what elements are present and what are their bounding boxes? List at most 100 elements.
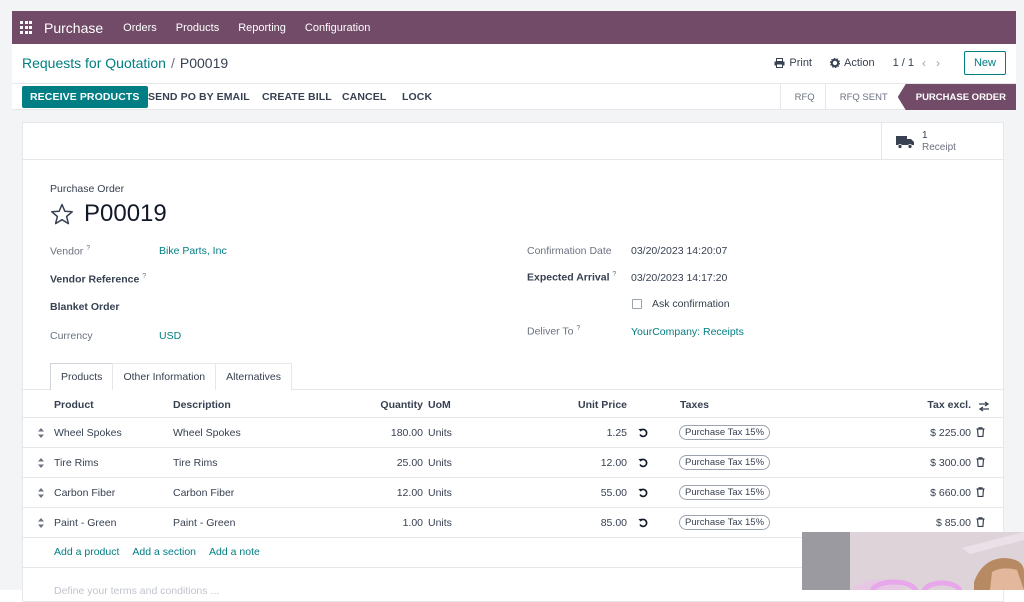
- column-uom[interactable]: UoM: [428, 399, 451, 411]
- revert-price-icon[interactable]: [638, 458, 648, 468]
- help-icon[interactable]: ?: [142, 273, 146, 280]
- print-icon: [774, 58, 785, 68]
- chevron-left-icon[interactable]: ‹: [922, 56, 926, 70]
- drag-handle-icon[interactable]: [38, 518, 44, 528]
- cell-uom[interactable]: Units: [428, 517, 452, 529]
- vendor-field[interactable]: Bike Parts, Inc: [159, 245, 227, 257]
- send-po-by-email-button[interactable]: SEND PO BY EMAIL: [148, 86, 250, 108]
- table-row[interactable]: Tire Rims Tire Rims 25.00 Units 12.00 Pu…: [23, 449, 1003, 478]
- cell-unit-price[interactable]: 85.00: [563, 517, 627, 529]
- optional-columns-icon[interactable]: [978, 401, 990, 412]
- cell-unit-price[interactable]: 55.00: [563, 487, 627, 499]
- cell-description[interactable]: Paint - Green: [173, 517, 235, 529]
- help-icon[interactable]: ?: [576, 325, 580, 332]
- stage-purchase-order[interactable]: PURCHASE ORDER: [897, 84, 1016, 110]
- ask-confirmation-checkbox[interactable]: [632, 299, 642, 309]
- print-button[interactable]: Print: [774, 57, 812, 69]
- revert-price-icon[interactable]: [638, 428, 648, 438]
- cell-uom[interactable]: Units: [428, 427, 452, 439]
- star-icon[interactable]: [50, 203, 74, 226]
- column-description[interactable]: Description: [173, 399, 231, 411]
- column-taxes[interactable]: Taxes: [680, 399, 709, 411]
- column-product[interactable]: Product: [54, 399, 94, 411]
- deliver-to-field[interactable]: YourCompany: Receipts: [631, 326, 744, 338]
- currency-field[interactable]: USD: [159, 330, 181, 342]
- tax-badge[interactable]: Purchase Tax 15%: [679, 425, 771, 440]
- cell-quantity[interactable]: 180.00: [363, 427, 423, 439]
- add-note-link[interactable]: Add a note: [209, 546, 260, 558]
- menu-reporting[interactable]: Reporting: [238, 22, 286, 34]
- column-tax-excl[interactable]: Tax excl.: [903, 399, 971, 411]
- cell-quantity[interactable]: 25.00: [363, 457, 423, 469]
- ask-confirmation-label: Ask confirmation: [652, 298, 730, 310]
- menu-configuration[interactable]: Configuration: [305, 22, 370, 34]
- tab-other-information[interactable]: Other Information: [112, 363, 217, 390]
- cell-description[interactable]: Tire Rims: [173, 457, 218, 469]
- help-icon[interactable]: ?: [612, 271, 616, 278]
- column-quantity[interactable]: Quantity: [363, 399, 423, 411]
- expected-arrival-field[interactable]: 03/20/2023 14:17:20: [631, 272, 727, 284]
- cell-quantity[interactable]: 1.00: [363, 517, 423, 529]
- add-section-link[interactable]: Add a section: [132, 546, 196, 558]
- trash-icon[interactable]: [976, 487, 985, 497]
- cell-quantity[interactable]: 12.00: [363, 487, 423, 499]
- table-row[interactable]: Wheel Spokes Wheel Spokes 180.00 Units 1…: [23, 419, 1003, 448]
- breadcrumb-parent[interactable]: Requests for Quotation: [22, 55, 166, 71]
- app-name[interactable]: Purchase: [44, 20, 103, 36]
- create-bill-button[interactable]: CREATE BILL: [262, 86, 332, 108]
- webcam-image: [802, 532, 1024, 590]
- lock-button[interactable]: LOCK: [402, 86, 432, 108]
- order-name: P00019: [84, 200, 167, 227]
- blanket-order-field[interactable]: [159, 301, 459, 315]
- new-button[interactable]: New: [963, 51, 1006, 75]
- help-icon[interactable]: ?: [86, 245, 90, 252]
- add-line-links: Add a product Add a section Add a note: [54, 546, 273, 558]
- table-row[interactable]: Carbon Fiber Carbon Fiber 12.00 Units 55…: [23, 479, 1003, 508]
- drag-handle-icon[interactable]: [38, 428, 44, 438]
- stage-rfq-sent[interactable]: RFQ SENT: [824, 84, 898, 110]
- trash-icon[interactable]: [976, 517, 985, 527]
- cell-product[interactable]: Wheel Spokes: [54, 427, 122, 439]
- pager-value[interactable]: 1 / 1: [893, 57, 914, 69]
- revert-price-icon[interactable]: [638, 488, 648, 498]
- receipt-smart-button[interactable]: 1 Receipt: [881, 123, 1003, 160]
- menu-orders[interactable]: Orders: [123, 22, 157, 34]
- cell-product[interactable]: Carbon Fiber: [54, 487, 115, 499]
- cell-description[interactable]: Wheel Spokes: [173, 427, 241, 439]
- revert-price-icon[interactable]: [638, 518, 648, 528]
- drag-handle-icon[interactable]: [38, 488, 44, 498]
- cell-product[interactable]: Paint - Green: [54, 517, 116, 529]
- tax-badge[interactable]: Purchase Tax 15%: [679, 485, 771, 500]
- menu-products[interactable]: Products: [176, 22, 219, 34]
- chevron-right-icon[interactable]: ›: [936, 56, 940, 70]
- tax-badge[interactable]: Purchase Tax 15%: [679, 455, 771, 470]
- cell-uom[interactable]: Units: [428, 487, 452, 499]
- cell-unit-price[interactable]: 1.25: [563, 427, 627, 439]
- trash-icon[interactable]: [976, 457, 985, 467]
- column-unit-price[interactable]: Unit Price: [563, 399, 627, 411]
- tab-products[interactable]: Products: [50, 363, 114, 390]
- action-button[interactable]: Action: [830, 57, 875, 69]
- drag-handle-icon[interactable]: [38, 458, 44, 468]
- tab-alternatives[interactable]: Alternatives: [215, 363, 292, 390]
- cell-description[interactable]: Carbon Fiber: [173, 487, 234, 499]
- add-product-link[interactable]: Add a product: [54, 546, 119, 558]
- receive-products-button[interactable]: RECEIVE PRODUCTS: [22, 86, 148, 108]
- app-window: Purchase Orders Products Reporting Confi…: [0, 0, 1024, 602]
- tax-badge[interactable]: Purchase Tax 15%: [679, 515, 771, 530]
- form-sheet: 1 Receipt Purchase Order P00019 Vendor ?…: [22, 122, 1004, 602]
- terms-and-conditions-field[interactable]: Define your terms and conditions ...: [54, 585, 219, 597]
- cell-uom[interactable]: Units: [428, 457, 452, 469]
- stage-rfq[interactable]: RFQ: [779, 84, 825, 110]
- cancel-button[interactable]: CANCEL: [342, 86, 386, 108]
- cell-product[interactable]: Tire Rims: [54, 457, 99, 469]
- vendor-reference-field[interactable]: [159, 273, 459, 287]
- cell-unit-price[interactable]: 12.00: [563, 457, 627, 469]
- confirmation-date-field[interactable]: 03/20/2023 14:20:07: [631, 245, 727, 257]
- expected-arrival-label: Expected Arrival ?: [527, 271, 617, 284]
- app-grid-icon[interactable]: [20, 20, 34, 35]
- trash-icon[interactable]: [976, 427, 985, 437]
- vendor-reference-label: Vendor Reference ?: [50, 273, 147, 286]
- cell-subtotal: $ 660.00: [930, 487, 971, 499]
- notebook-tabs: Products Other Information Alternatives: [50, 363, 292, 390]
